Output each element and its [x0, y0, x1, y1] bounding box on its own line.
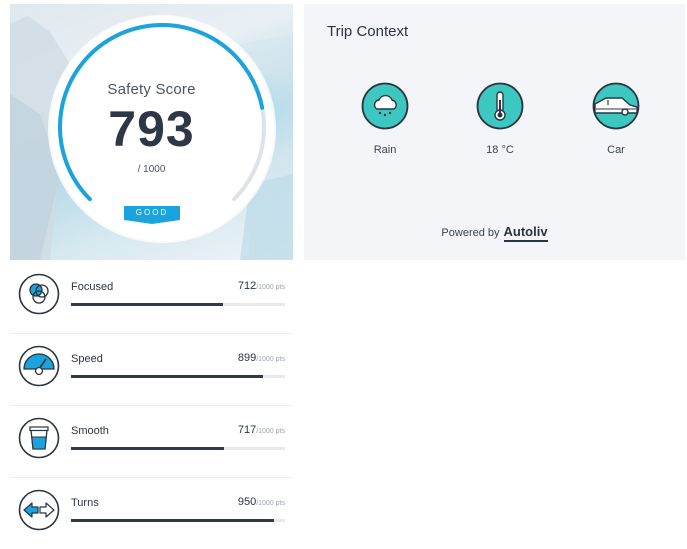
metric-bar-fill: [71, 519, 275, 522]
metric-name: Turns: [71, 497, 99, 509]
rain-cloud-icon: [361, 82, 409, 130]
metric-value: 717: [237, 424, 257, 436]
metric-row-speed[interactable]: Speed 899/1000 pts: [10, 333, 293, 406]
context-label: Rain: [373, 144, 397, 156]
safety-score-panel: Safety Score 793 / 1000 GOOD: [10, 4, 293, 260]
metric-value: 950: [237, 496, 257, 508]
thermometer-icon: [476, 82, 524, 130]
score-value: 793: [108, 101, 195, 157]
context-label: Car: [607, 144, 625, 156]
powered-by: Powered by Autoliv: [304, 224, 685, 242]
focus-circles-icon: [18, 273, 60, 315]
brand-logo: Autoliv: [503, 224, 548, 242]
metric-bar-track: [71, 447, 285, 450]
metric-unit: /1000 pts: [256, 356, 285, 363]
badge-tail: [124, 220, 180, 224]
metric-row-turns[interactable]: Turns 950/1000 pts: [10, 477, 293, 549]
powered-by-text: Powered by: [441, 227, 500, 239]
trip-context-title: Trip Context: [327, 23, 409, 40]
context-weather: Rain: [340, 82, 430, 156]
metric-unit: /1000 pts: [256, 284, 285, 291]
score-label: Safety Score: [107, 81, 196, 98]
metric-score: 717/1000 pts: [238, 424, 285, 436]
context-vehicle: Car: [571, 82, 661, 156]
metric-unit: /1000 pts: [256, 500, 285, 507]
metric-bar-track: [71, 375, 285, 378]
metric-value: 712: [237, 280, 257, 292]
metric-bar-fill: [71, 303, 224, 306]
metric-bar-track: [71, 519, 285, 522]
metric-name: Smooth: [71, 425, 109, 437]
score-max: / 1000: [137, 164, 166, 175]
metric-bar-track: [71, 303, 285, 306]
context-label: 18 °C: [486, 144, 514, 156]
cup-icon: [18, 417, 60, 459]
score-rating-badge: GOOD: [124, 206, 180, 220]
metric-unit: /1000 pts: [256, 428, 285, 435]
car-icon: [592, 82, 640, 130]
metric-row-smooth[interactable]: Smooth 717/1000 pts: [10, 405, 293, 478]
metric-row-focused[interactable]: Focused 712/1000 pts: [10, 261, 293, 334]
metric-name: Focused: [71, 281, 114, 293]
speedometer-icon: [18, 345, 60, 387]
metric-bar-fill: [71, 447, 225, 450]
metric-bar-fill: [71, 375, 264, 378]
metric-score: 950/1000 pts: [238, 496, 285, 508]
context-temperature: 18 °C: [455, 82, 545, 156]
metric-value: 899: [237, 352, 257, 364]
turn-arrows-icon: [18, 489, 60, 531]
metric-score: 899/1000 pts: [238, 352, 285, 364]
trip-context-panel: Trip Context Rain 18 °C Car Powered by A…: [304, 4, 685, 260]
metric-score: 712/1000 pts: [238, 280, 285, 292]
metric-name: Speed: [71, 353, 103, 365]
